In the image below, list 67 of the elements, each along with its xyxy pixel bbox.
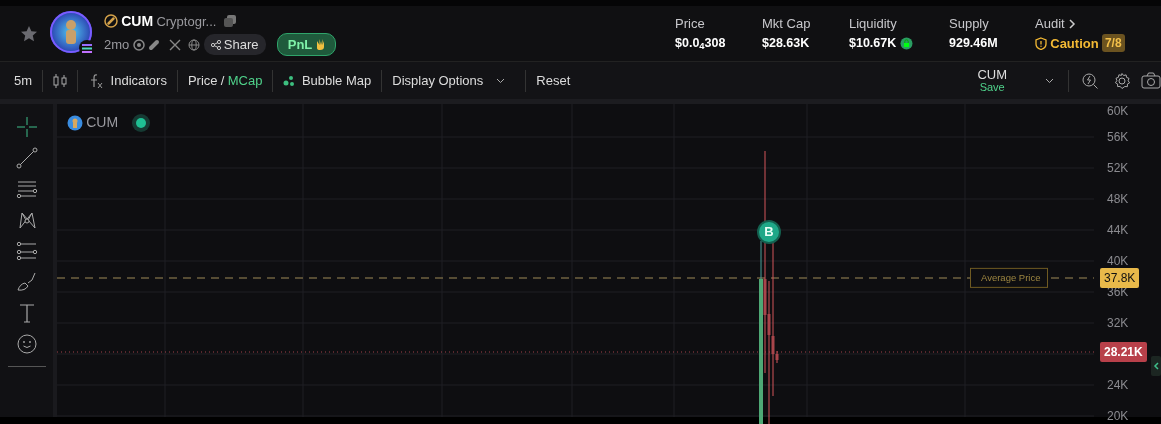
parallel-lines-icon[interactable] (15, 178, 38, 200)
star-icon[interactable] (20, 24, 38, 43)
audit-status: Caution (1050, 34, 1099, 53)
share-button[interactable]: Share (203, 33, 266, 56)
price-toggle[interactable]: Price (187, 70, 218, 91)
stat-value: 929.46M (949, 34, 998, 52)
stat-value: $10.67K (849, 34, 897, 52)
audit-link[interactable]: Audit (1035, 14, 1065, 34)
fib-icon[interactable] (15, 240, 38, 262)
shield-icon (1035, 36, 1047, 50)
average-price-label: Average Price (970, 267, 1048, 289)
function-icon (88, 72, 105, 89)
trend-line-icon[interactable] (15, 147, 38, 169)
buy-marker: B (757, 220, 781, 244)
audit-score: 7/8 (1101, 34, 1125, 53)
globe-icon[interactable] (188, 38, 201, 51)
axis-label: 20K (1107, 408, 1129, 424)
legend-symbol: CUM (86, 113, 119, 132)
brush-icon[interactable] (15, 271, 38, 293)
layout-name: CUM (977, 67, 1007, 82)
axis-label: 44K (1107, 222, 1129, 239)
bubble-map-button[interactable]: Bubble Map (283, 70, 372, 91)
lock-icon (899, 36, 913, 50)
token-icon (67, 114, 83, 131)
x-icon[interactable] (169, 38, 182, 51)
interval-button[interactable]: 5m (14, 70, 33, 91)
target-icon[interactable] (132, 38, 145, 51)
camera-icon[interactable] (1141, 72, 1161, 89)
display-options-button[interactable]: Display Options (392, 70, 506, 91)
settings-icon[interactable] (1113, 71, 1131, 90)
axis-label: 48K (1107, 191, 1129, 208)
last-price-tag: 28.21K (1100, 342, 1147, 362)
axis-label: 32K (1107, 315, 1129, 332)
bubbles-icon (283, 74, 296, 87)
pnl-button[interactable]: PnL (276, 32, 336, 57)
caret-icon[interactable] (1045, 77, 1054, 84)
token-age: 2mo (104, 35, 130, 54)
axis-label: 52K (1107, 160, 1129, 177)
stat-value: $28.63K (762, 34, 810, 52)
axis-label: 56K (1107, 129, 1129, 146)
indicators-button[interactable]: Indicators (88, 70, 167, 91)
zoom-lightning-icon[interactable] (1081, 71, 1099, 90)
mcap-toggle[interactable]: MCap (227, 70, 263, 91)
pill-capsule-icon[interactable] (147, 38, 160, 51)
token-name: Cryptogr... (156, 12, 217, 31)
stat-value: $0.0$_{4}$308 (675, 34, 726, 53)
stat-label: Liquidity (849, 15, 898, 34)
chevron-right-icon[interactable] (1067, 18, 1076, 29)
crosshair-icon[interactable] (15, 116, 38, 138)
average-price-tag: 37.8K (1100, 268, 1140, 288)
separator-text: / (220, 71, 225, 90)
emoji-icon[interactable] (15, 333, 38, 355)
share-icon (210, 39, 221, 50)
status-dot (131, 112, 152, 133)
copy-icon[interactable] (223, 15, 236, 28)
axis-label: 24K (1107, 377, 1129, 394)
axis-label: 40K (1107, 253, 1129, 270)
stat-label: Mkt Cap (762, 15, 812, 34)
stat-label: Supply (949, 15, 990, 34)
stat-label: Price (675, 15, 706, 34)
reset-button[interactable]: Reset (536, 70, 571, 91)
token-symbol: CUM (121, 11, 154, 31)
axis-label: 60K (1107, 103, 1129, 120)
save-link[interactable]: Save (979, 81, 1005, 94)
expand-icon[interactable] (1151, 356, 1161, 376)
candles-icon[interactable] (53, 72, 68, 89)
caret-icon (496, 77, 506, 84)
